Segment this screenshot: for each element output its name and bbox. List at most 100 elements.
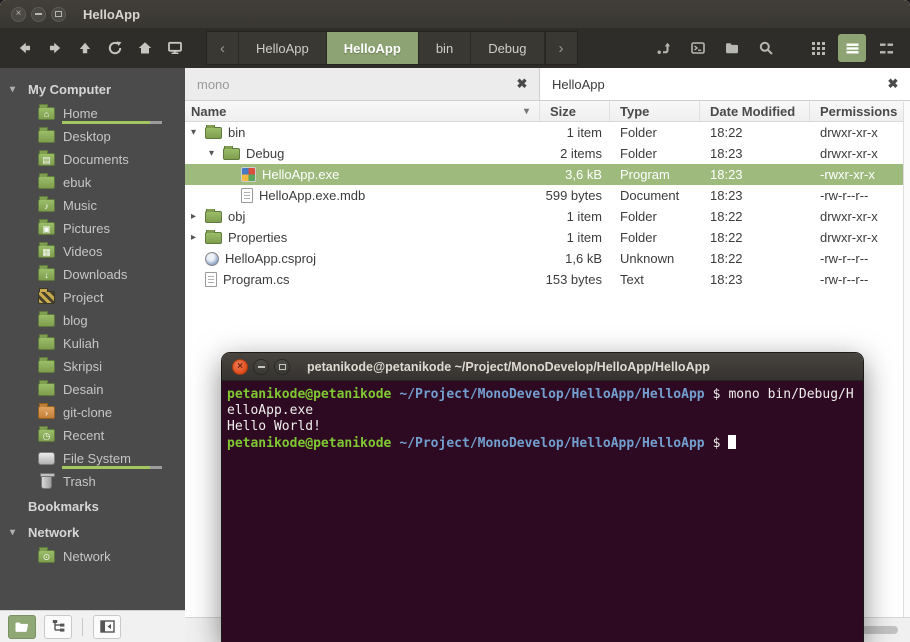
breadcrumb-helloapp[interactable]: HelloApp [239, 32, 327, 64]
column-header-date-modified[interactable]: Date Modified [700, 101, 810, 121]
file-modified: 18:22 [700, 230, 810, 245]
expander-icon[interactable]: ▸ [191, 232, 205, 243]
breadcrumb-bin[interactable]: bin [419, 32, 471, 64]
back-button[interactable] [10, 32, 40, 64]
sidebar-item-skripsi[interactable]: Skripsi [0, 355, 185, 378]
sidebar-section-my-computer[interactable]: ▾ My Computer [0, 76, 185, 102]
file-row[interactable]: Program.cs 153 bytes Text 18:23 -rw-r--r… [185, 269, 910, 290]
sidebar-item-label: Music [63, 198, 97, 213]
terminal-minimize-button[interactable] [253, 359, 269, 375]
sidebar-item-music[interactable]: Music [0, 194, 185, 217]
file-row[interactable]: HelloApp.exe.mdb 599 bytes Document 18:2… [185, 185, 910, 206]
file-permissions: drwxr-xr-x [810, 125, 910, 140]
terminal-body[interactable]: petanikode@petanikode~/Project/MonoDevel… [222, 381, 863, 642]
sidebar-item-git-clone[interactable]: git-clone [0, 401, 185, 424]
file-row[interactable]: HelloApp.exe 3,6 kB Program 18:23 -rwxr-… [185, 164, 910, 185]
clear-filter-left-icon[interactable]: ✖ [513, 68, 531, 100]
sidebar-item-icon [38, 245, 55, 258]
sidebar-item-project[interactable]: Project [0, 286, 185, 309]
file-row[interactable]: ▸ obj 1 item Folder 18:22 drwxr-xr-x [185, 206, 910, 227]
show-treeview-button[interactable] [44, 615, 72, 639]
home-button[interactable] [130, 32, 160, 64]
sidebar-item-documents[interactable]: Documents [0, 148, 185, 171]
open-terminal-button[interactable] [684, 34, 712, 62]
close-button[interactable]: × [11, 7, 26, 22]
breadcrumb-debug[interactable]: Debug [471, 32, 544, 64]
compact-view-button[interactable] [872, 34, 900, 62]
sidebar-item-icon [38, 406, 55, 419]
file-row[interactable]: ▾ Debug 2 items Folder 18:23 drwxr-xr-x [185, 143, 910, 164]
filter-input-right[interactable] [540, 68, 910, 100]
file-type: Text [610, 272, 700, 287]
jump-button[interactable] [650, 34, 678, 62]
sidebar-item-blog[interactable]: blog [0, 309, 185, 332]
minimize-button[interactable] [31, 7, 46, 22]
expander-icon[interactable]: ▾ [191, 127, 205, 138]
maximize-button[interactable] [51, 7, 66, 22]
sidebar-item-file-system[interactable]: File System [0, 447, 185, 470]
sidebar-item-desain[interactable]: Desain [0, 378, 185, 401]
show-places-button[interactable] [8, 615, 36, 639]
clear-filter-right-icon[interactable]: ✖ [884, 68, 902, 100]
terminal-cursor [728, 435, 736, 449]
sidebar-item-home[interactable]: Home [0, 102, 185, 125]
column-header-name[interactable]: Name▾ [185, 101, 540, 121]
sidebar-item-label: Pictures [63, 221, 110, 236]
file-modified: 18:22 [700, 251, 810, 266]
expander-icon[interactable]: ▸ [191, 211, 205, 222]
sidebar-item-trash[interactable]: Trash [0, 470, 185, 493]
forward-button[interactable] [40, 32, 70, 64]
sidebar-item-label: blog [63, 313, 88, 328]
column-header-permissions[interactable]: Permissions [810, 101, 910, 121]
zoom-slider-thumb[interactable] [862, 626, 898, 634]
folder-file-icon [205, 232, 222, 244]
breadcrumb-helloapp[interactable]: HelloApp [327, 32, 419, 64]
folder-file-icon [223, 148, 240, 160]
sidebar-item-ebuk[interactable]: ebuk [0, 171, 185, 194]
sidebar-item-kuliah[interactable]: Kuliah [0, 332, 185, 355]
open-folder-button[interactable] [718, 34, 746, 62]
list-view-button[interactable] [838, 34, 866, 62]
terminal-titlebar: × petanikode@petanikode ~/Project/MonoDe… [222, 353, 863, 381]
terminal-line: petanikode@petanikode~/Project/MonoDevel… [227, 435, 858, 452]
file-row[interactable]: ▸ Properties 1 item Folder 18:22 drwxr-x… [185, 227, 910, 248]
sidebar-item-desktop[interactable]: Desktop [0, 125, 185, 148]
terminal-close-button[interactable]: × [232, 359, 248, 375]
breadcrumb-next-button[interactable]: › [545, 32, 577, 64]
toolbar: ‹ HelloAppHelloAppbinDebug › [0, 28, 910, 68]
breadcrumb-prev-button[interactable]: ‹ [207, 32, 239, 64]
sidebar-item-label: Desain [63, 382, 103, 397]
vertical-scrollbar[interactable] [903, 102, 910, 617]
expander-icon[interactable]: ▾ [209, 148, 223, 159]
refresh-icon [107, 40, 123, 56]
file-size: 1 item [540, 230, 610, 245]
hide-panel-button[interactable] [93, 615, 121, 639]
forward-icon [47, 40, 63, 56]
sidebar-section-network[interactable]: ▾ Network [0, 519, 185, 545]
filter-row: ✖ ✖ [185, 68, 910, 101]
up-button[interactable] [70, 32, 100, 64]
sidebar-item-downloads[interactable]: Downloads [0, 263, 185, 286]
command-text-wrapped: elloApp.exe [227, 403, 313, 418]
refresh-button[interactable] [100, 32, 130, 64]
search-button[interactable] [752, 34, 780, 62]
file-row[interactable]: HelloApp.csproj 1,6 kB Unknown 18:22 -rw… [185, 248, 910, 269]
sidebar-item-icon [38, 199, 55, 212]
sidebar-item-videos[interactable]: Videos [0, 240, 185, 263]
sidebar-section-bookmarks[interactable]: ▾ Bookmarks [0, 493, 185, 519]
column-header-type[interactable]: Type [610, 101, 700, 121]
file-permissions: drwxr-xr-x [810, 146, 910, 161]
sidebar-item-label: Kuliah [63, 336, 99, 351]
sidebar-item-icon [38, 314, 55, 327]
sidebar-item-pictures[interactable]: Pictures [0, 217, 185, 240]
grid-view-button[interactable] [804, 34, 832, 62]
sidebar-item-recent[interactable]: Recent [0, 424, 185, 447]
terminal-maximize-button[interactable] [274, 359, 290, 375]
sidebar-item-network[interactable]: Network [0, 545, 185, 568]
grid-view-icon [811, 41, 826, 56]
filter-input-left[interactable] [185, 68, 539, 100]
terminal-window: × petanikode@petanikode ~/Project/MonoDe… [222, 353, 863, 642]
desktop-button[interactable] [160, 32, 190, 64]
file-row[interactable]: ▾ bin 1 item Folder 18:22 drwxr-xr-x [185, 122, 910, 143]
column-header-size[interactable]: Size [540, 101, 610, 121]
